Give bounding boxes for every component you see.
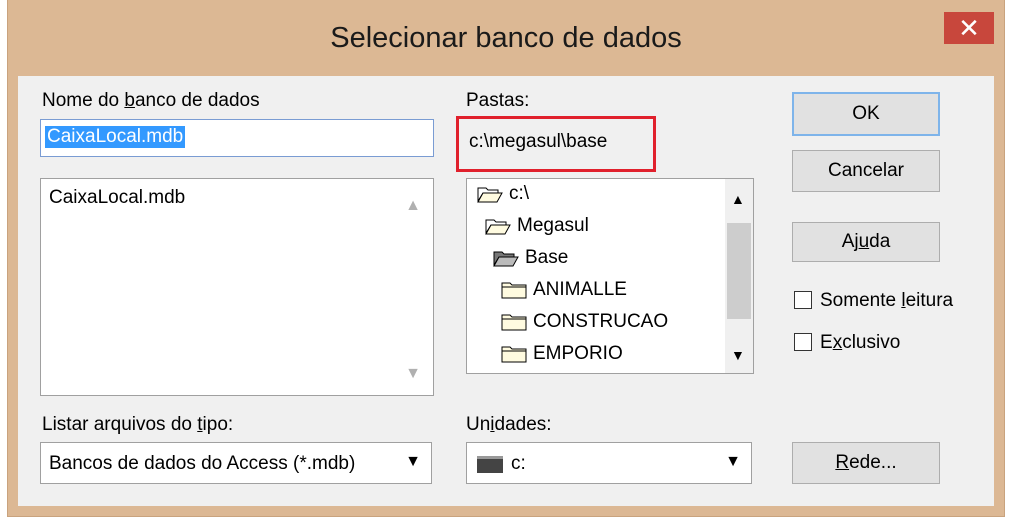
scroll-down-icon: ▼ bbox=[405, 365, 421, 382]
tree-item[interactable]: EMPORIO bbox=[501, 343, 623, 365]
folder-icon bbox=[501, 345, 527, 363]
current-path-highlight: c:\megasul\base bbox=[456, 116, 656, 172]
file-type-select[interactable]: Bancos de dados do Access (*.mdb) ▼ bbox=[40, 442, 432, 484]
folder-icon bbox=[501, 313, 527, 331]
exclusive-checkbox[interactable] bbox=[794, 333, 812, 351]
folder-open-icon bbox=[477, 185, 503, 203]
dialog-body: Nome do banco de dados CaixaLocal.mdb Ca… bbox=[18, 76, 994, 506]
title-bar[interactable]: Selecionar banco de dados ✕ bbox=[8, 0, 1004, 76]
list-item[interactable]: CaixaLocal.mdb bbox=[49, 187, 185, 209]
folder-tree[interactable]: c:\ Megasul Base ANIMALLE CONSTRUCAO EMP… bbox=[466, 178, 754, 374]
folder-open-selected-icon bbox=[493, 249, 519, 267]
file-type-label: Listar arquivos do tipo: bbox=[42, 414, 234, 435]
drives-label: Unidades: bbox=[466, 414, 552, 435]
close-button[interactable]: ✕ bbox=[944, 12, 994, 44]
database-name-label: Nome do banco de dados bbox=[42, 90, 260, 111]
database-file-list[interactable]: CaixaLocal.mdb ▲ ▼ bbox=[40, 178, 434, 396]
database-name-input[interactable]: CaixaLocal.mdb bbox=[40, 119, 434, 157]
folder-open-icon bbox=[485, 217, 511, 235]
readonly-checkbox[interactable] bbox=[794, 291, 812, 309]
file-type-value: Bancos de dados do Access (*.mdb) bbox=[49, 453, 356, 474]
tree-item[interactable]: Megasul bbox=[485, 215, 589, 237]
tree-item[interactable]: Base bbox=[493, 247, 568, 269]
drive-value: c: bbox=[511, 453, 526, 474]
scroll-thumb[interactable] bbox=[727, 223, 751, 319]
scroll-up-icon[interactable]: ▲ bbox=[731, 191, 745, 207]
drive-icon bbox=[477, 456, 503, 473]
folders-label: Pastas: bbox=[466, 90, 530, 111]
network-button[interactable]: Rede... bbox=[792, 442, 940, 484]
scroll-down-icon[interactable]: ▼ bbox=[731, 347, 745, 363]
help-button[interactable]: Ajuda bbox=[792, 222, 940, 262]
chevron-down-icon: ▼ bbox=[725, 453, 741, 470]
ok-button[interactable]: OK bbox=[792, 92, 940, 136]
current-path: c:\megasul\base bbox=[469, 131, 608, 152]
tree-scrollbar[interactable]: ▲ ▼ bbox=[725, 179, 753, 373]
cancel-button[interactable]: Cancelar bbox=[792, 150, 940, 192]
tree-item[interactable]: c:\ bbox=[477, 183, 529, 205]
chevron-down-icon: ▼ bbox=[405, 453, 421, 470]
tree-item[interactable]: ANIMALLE bbox=[501, 279, 627, 301]
readonly-label[interactable]: Somente leitura bbox=[820, 290, 953, 312]
dialog-title: Selecionar banco de dados bbox=[330, 22, 682, 54]
select-database-dialog: Selecionar banco de dados ✕ Nome do banc… bbox=[8, 0, 1004, 516]
drives-select[interactable]: c: ▼ bbox=[466, 442, 752, 484]
database-name-value: CaixaLocal.mdb bbox=[45, 126, 186, 148]
close-icon: ✕ bbox=[958, 13, 980, 43]
folder-icon bbox=[501, 281, 527, 299]
tree-item[interactable]: CONSTRUCAO bbox=[501, 311, 668, 333]
scroll-up-icon: ▲ bbox=[405, 197, 421, 214]
exclusive-label[interactable]: Exclusivo bbox=[820, 332, 900, 354]
